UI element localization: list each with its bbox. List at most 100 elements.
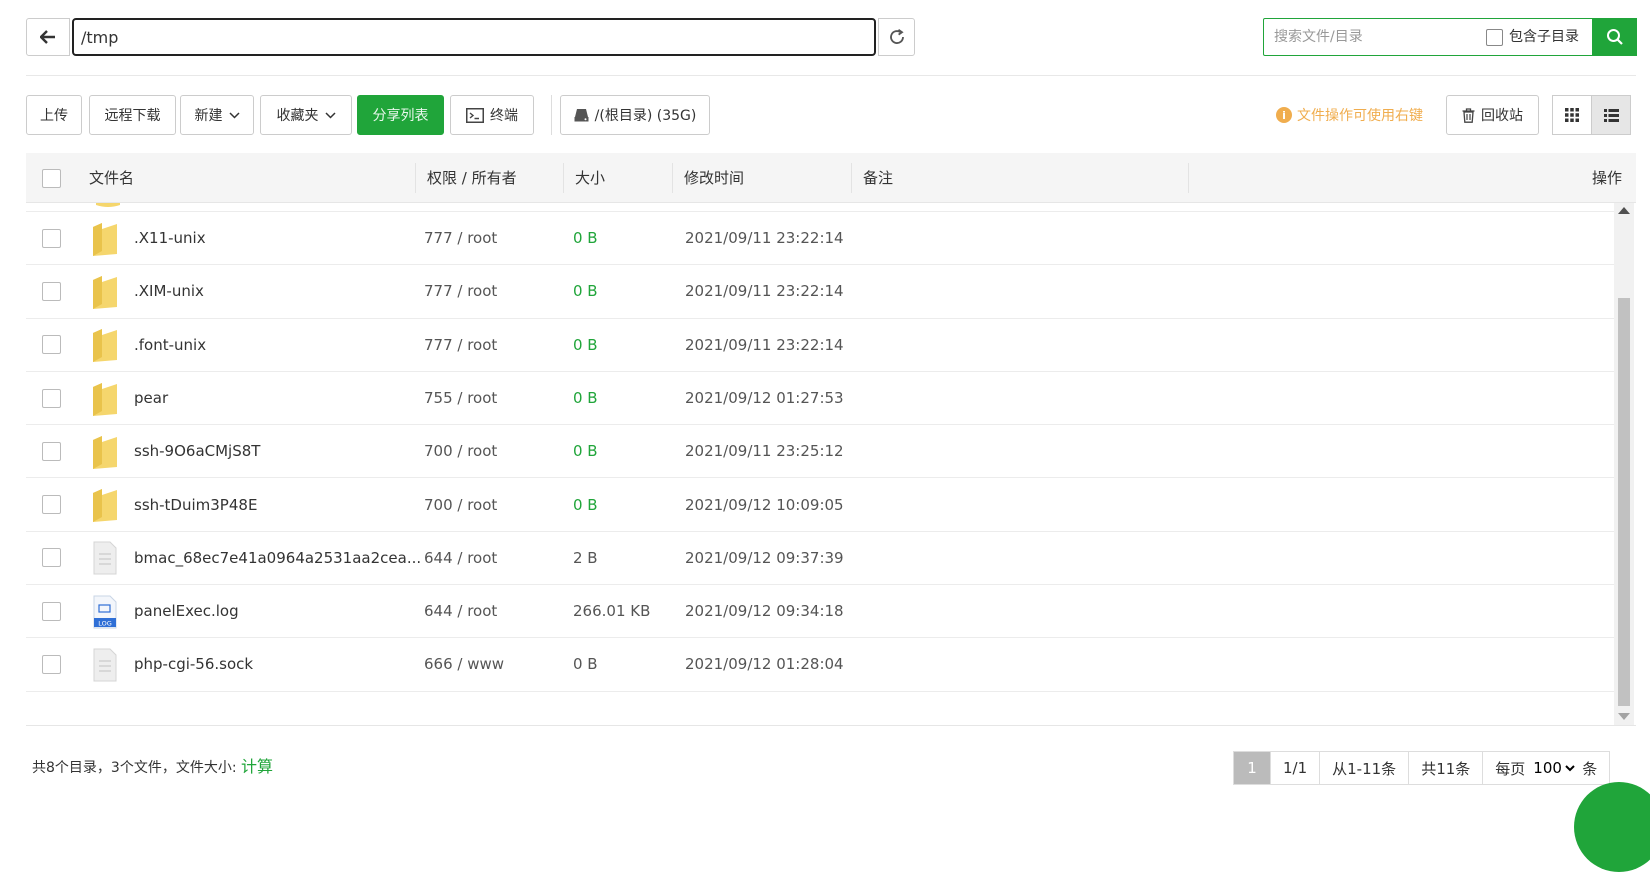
file-name[interactable]: ssh-tDuim3P48E	[134, 479, 257, 532]
file-name[interactable]: php-cgi-56.sock	[134, 638, 253, 691]
grid-icon	[1565, 108, 1579, 122]
header-divider	[415, 163, 416, 193]
file-name[interactable]: .font-unix	[134, 319, 206, 372]
table-header: 文件名 权限 / 所有者 大小 修改时间 备注 操作	[26, 153, 1636, 203]
folder-icon	[92, 434, 118, 470]
file-size[interactable]: 0 B	[573, 479, 598, 532]
search-box: 包含子目录	[1263, 18, 1637, 56]
file-name[interactable]: ssh-9O6aCMjS8T	[134, 425, 260, 478]
header-name[interactable]: 文件名	[89, 153, 134, 203]
row-checkbox[interactable]	[42, 228, 61, 248]
file-mtime: 2021/09/11 23:22:14	[685, 229, 844, 247]
hard-drive-icon	[574, 109, 589, 122]
summary-text: 共8个目录，3个文件，文件大小:	[32, 760, 241, 776]
table-row[interactable]: LOG panelExec.log 644 / root 266.01 KB 2021/…	[26, 585, 1614, 639]
floating-action-button[interactable]	[1574, 782, 1650, 872]
header-actions: 操作	[1591, 169, 1622, 187]
table-row[interactable]: bmac_68ec7e41a0964a2531aa2cea... 644 / ro…	[26, 532, 1614, 586]
file-permission[interactable]: 644 / root	[424, 585, 497, 638]
refresh-button[interactable]	[878, 18, 915, 56]
file-permission[interactable]: 666 / www	[424, 638, 504, 691]
file-name[interactable]: panelExec.log	[134, 585, 239, 638]
folder-icon	[92, 487, 118, 523]
row-checkbox[interactable]	[42, 655, 61, 675]
recycle-bin-button[interactable]: 回收站	[1446, 95, 1539, 135]
page-current[interactable]: 1	[1234, 752, 1270, 784]
search-icon	[1606, 29, 1623, 45]
terminal-button[interactable]: 终端	[450, 95, 534, 135]
file-mtime: 2021/09/12 01:27:53	[685, 388, 844, 407]
search-button[interactable]	[1592, 18, 1637, 56]
favorites-button[interactable]: 收藏夹	[260, 95, 352, 135]
row-checkbox[interactable]	[42, 548, 61, 568]
header-size[interactable]: 大小	[575, 153, 605, 203]
arrow-left-icon	[40, 30, 55, 44]
file-size: 2 B	[573, 548, 598, 567]
file-name[interactable]: bmac_68ec7e41a0964a2531aa2cea...	[134, 532, 421, 585]
row-checkbox[interactable]	[42, 495, 61, 515]
per-page-label: 每页	[1495, 759, 1526, 778]
file-permission[interactable]: 644 / root	[424, 532, 497, 585]
file-size[interactable]: 0 B	[573, 212, 598, 265]
new-button[interactable]: 新建	[180, 95, 254, 135]
file-size[interactable]: 0 B	[573, 372, 598, 425]
header-divider	[672, 163, 673, 193]
upload-button[interactable]: 上传	[26, 95, 82, 135]
back-button[interactable]	[26, 18, 70, 56]
tip-text: 文件操作可使用右键	[1297, 108, 1423, 124]
search-input[interactable]	[1264, 19, 1474, 55]
file-permission[interactable]: 700 / root	[424, 425, 497, 478]
folder-icon	[92, 274, 118, 310]
row-checkbox[interactable]	[42, 441, 61, 461]
file-name[interactable]: .X11-unix	[134, 212, 206, 265]
file-name[interactable]: pear	[134, 372, 168, 425]
file-permission[interactable]: 777 / root	[424, 319, 497, 372]
select-all-checkbox[interactable]	[42, 169, 61, 188]
table-row[interactable]: .X11-unix 777 / root 0 B 2021/09/11 23:22:1…	[26, 212, 1614, 266]
file-permission[interactable]: 700 / root	[424, 479, 497, 532]
table-row[interactable]: .font-unix 777 / root 0 B 2021/09/11 23:22:…	[26, 319, 1614, 372]
list-view-button[interactable]	[1591, 95, 1631, 135]
file-size[interactable]: 0 B	[573, 319, 598, 372]
grid-view-button[interactable]	[1552, 95, 1592, 135]
file-permission[interactable]: 777 / root	[424, 212, 497, 265]
file-permission[interactable]: 755 / root	[424, 372, 497, 425]
file-name[interactable]: .XIM-unix	[134, 265, 204, 318]
file-icon	[92, 540, 118, 576]
path-input[interactable]	[72, 18, 876, 56]
subdir-checkbox[interactable]	[1486, 29, 1503, 46]
header-mtime[interactable]: 修改时间	[684, 153, 744, 203]
per-page: 每页 100 条	[1482, 752, 1609, 784]
table-row[interactable]: .XIM-unix 777 / root 0 B 2021/09/11 23:22:1…	[26, 265, 1614, 319]
chevron-down-icon	[324, 111, 336, 119]
table-row[interactable]: pear 755 / root 0 B 2021/09/12 01:27:53	[26, 372, 1614, 426]
file-mtime: 2021/09/11 23:22:14	[685, 335, 844, 354]
calculate-link[interactable]: 计算	[241, 757, 273, 776]
disk-button[interactable]: /(根目录) (35G)	[560, 95, 710, 135]
scroll-down-icon[interactable]	[1618, 713, 1630, 720]
remote-download-button[interactable]: 远程下载	[89, 95, 176, 135]
table-row[interactable]: php-cgi-56.sock 666 / www 0 B 2021/09/12 01…	[26, 638, 1614, 692]
share-list-label: 分享列表	[372, 108, 429, 124]
row-checkbox[interactable]	[42, 335, 61, 355]
favorites-label: 收藏夹	[276, 108, 319, 124]
scrollbar-thumb[interactable]	[1618, 298, 1630, 706]
remote-download-label: 远程下载	[104, 108, 161, 124]
row-checkbox[interactable]	[42, 601, 61, 621]
subdir-label: 包含子目录	[1509, 29, 1579, 45]
header-perm[interactable]: 权限 / 所有者	[427, 153, 517, 203]
file-permission[interactable]: 777 / root	[424, 265, 497, 318]
scroll-up-icon[interactable]	[1618, 207, 1630, 214]
row-checkbox[interactable]	[42, 281, 61, 301]
scrollbar[interactable]	[1614, 203, 1634, 725]
per-page-select[interactable]: 100	[1529, 756, 1579, 780]
file-size[interactable]: 0 B	[573, 265, 598, 318]
row-checkbox[interactable]	[42, 388, 61, 408]
file-size[interactable]: 0 B	[573, 425, 598, 478]
pagination: 1 1/1 从1-11条 共11条 每页 100 条	[1233, 751, 1611, 785]
file-mtime: 2021/09/12 09:34:18	[685, 602, 844, 621]
table-row[interactable]: ssh-tDuim3P48E 700 / root 0 B 2021/09/12 10…	[26, 479, 1614, 532]
trash-icon	[1462, 107, 1475, 123]
table-row[interactable]: ssh-9O6aCMjS8T 700 / root 0 B 2021/09/11 23…	[26, 425, 1614, 479]
share-list-button[interactable]: 分享列表	[357, 95, 444, 135]
